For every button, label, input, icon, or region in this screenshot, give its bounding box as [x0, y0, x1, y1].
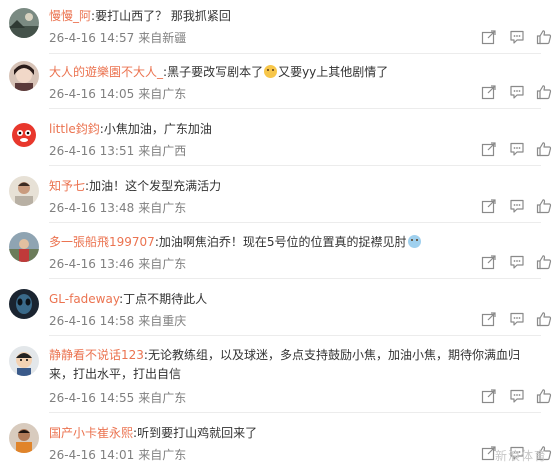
username-link[interactable]: little鈞鈞 [49, 122, 100, 136]
username-link[interactable]: 静静看不说话123 [49, 348, 144, 362]
comment-text: 慢慢_阿:要打山西了？ 那我抓紧回 [49, 7, 541, 26]
location-source: 来自广东 [138, 257, 187, 271]
comment-icon[interactable] [509, 388, 525, 404]
comment-icon[interactable] [509, 198, 525, 214]
comment-actions [481, 141, 553, 157]
share-icon[interactable] [481, 29, 497, 45]
comment-meta: 26-4-16 14:57 来自新疆 [49, 29, 186, 46]
comment-meta: 26-4-16 14:05 来自广东 [49, 85, 186, 102]
comment-text: 多一張船飛199707:加油啊焦泊乔！现在5号位的位置真的捉襟见肘 [49, 233, 541, 252]
thumbs-up-icon[interactable] [536, 388, 552, 404]
comment-meta: 26-4-16 14:58 来自重庆 [49, 312, 186, 329]
timestamp: 26-4-16 13:51 [49, 144, 135, 158]
share-icon[interactable] [481, 254, 497, 270]
timestamp: 26-4-16 14:58 [49, 314, 135, 328]
username-link[interactable]: GL-fadeway [49, 292, 119, 306]
avatar[interactable] [9, 232, 39, 262]
avatar[interactable] [9, 346, 39, 376]
avatar[interactable] [9, 61, 39, 91]
username-link[interactable]: 国产小卡崔永熙 [49, 426, 133, 440]
share-icon[interactable] [481, 311, 497, 327]
share-icon[interactable] [481, 388, 497, 404]
thumbs-up-icon[interactable] [536, 254, 552, 270]
comment-content: 小焦加油，广东加油 [103, 122, 212, 136]
location-source: 来自广东 [138, 87, 187, 101]
thumbs-up-icon[interactable] [536, 84, 552, 100]
comment-icon[interactable] [509, 254, 525, 270]
comment-content: 加油啊焦泊乔！现在5号位的位置真的捉襟见肘 [158, 235, 407, 249]
avatar[interactable] [9, 423, 39, 453]
comment-content: 黑子要改写剧本了 [167, 65, 264, 79]
comment-icon[interactable] [509, 29, 525, 45]
comment-actions [481, 311, 553, 327]
comment-actions [481, 29, 553, 45]
comment-text: 静静看不说话123:无论教练组，以及球迷，多点支持鼓励小焦，加油小焦，期待你满血… [49, 346, 541, 384]
avatar[interactable] [9, 176, 39, 206]
username-link[interactable]: 知予七 [49, 179, 85, 193]
timestamp: 26-4-16 13:48 [49, 201, 135, 215]
comment-content: 要打山西了？ 那我抓紧回 [95, 9, 231, 23]
comment-content: 听到要打山鸡就回来了 [137, 426, 258, 440]
share-icon[interactable] [481, 198, 497, 214]
divider [49, 53, 541, 54]
cry-emoji-icon [407, 235, 421, 248]
comment-text: 国产小卡崔永熙:听到要打山鸡就回来了 [49, 424, 541, 443]
comment-content: 加油！这个发型充满活力 [89, 179, 222, 193]
comment-actions [481, 388, 553, 404]
comment-meta: 26-4-16 14:55 来自广东 [49, 389, 186, 406]
divider [49, 412, 541, 413]
thumbs-up-icon[interactable] [536, 198, 552, 214]
avatar[interactable] [9, 8, 39, 38]
comment-meta: 26-4-16 13:46 来自广东 [49, 255, 186, 272]
comment-icon[interactable] [509, 311, 525, 327]
avatar[interactable] [9, 120, 39, 150]
comment-actions [481, 254, 553, 270]
avatar[interactable] [9, 289, 39, 319]
comment-icon[interactable] [509, 84, 525, 100]
location-source: 来自广东 [138, 391, 187, 405]
location-source: 来自广东 [138, 448, 187, 462]
username-link[interactable]: 慢慢_阿 [49, 9, 91, 23]
comment-content: 又要yy上其他剧情了 [278, 65, 389, 79]
share-icon[interactable] [481, 141, 497, 157]
comment-meta: 26-4-16 13:51 来自广西 [49, 142, 186, 159]
location-source: 来自广西 [138, 144, 187, 158]
divider [49, 165, 541, 166]
thumbs-up-icon[interactable] [536, 141, 552, 157]
comment-content: 丁点不期待此人 [123, 292, 208, 306]
timestamp: 26-4-16 13:46 [49, 257, 135, 271]
comment-meta: 26-4-16 14:01 来自广东 [49, 446, 186, 463]
location-source: 来自新疆 [138, 31, 187, 45]
comment-text: 大人的遊樂園不大人_:黑子要改写剧本了 又要yy上其他剧情了 [49, 63, 541, 82]
divider [49, 278, 541, 279]
comment-text: little鈞鈞:小焦加油，广东加油 [49, 120, 541, 139]
comment-icon[interactable] [509, 141, 525, 157]
comment-text: GL-fadeway:丁点不期待此人 [49, 290, 541, 309]
comment-list: 慢慢_阿:要打山西了？ 那我抓紧回 26-4-16 14:57 来自新疆 大人的遊樂園… [0, 0, 553, 468]
comment-meta: 26-4-16 13:48 来自广东 [49, 199, 186, 216]
share-icon[interactable] [481, 84, 497, 100]
comment-actions [481, 198, 553, 214]
timestamp: 26-4-16 14:05 [49, 87, 135, 101]
thumbs-up-icon[interactable] [536, 29, 552, 45]
location-source: 来自重庆 [138, 314, 187, 328]
timestamp: 26-4-16 14:57 [49, 31, 135, 45]
comment-actions [481, 84, 553, 100]
timestamp: 26-4-16 14:01 [49, 448, 135, 462]
divider [49, 335, 541, 336]
laugh-emoji-icon [264, 65, 278, 78]
location-source: 来自广东 [138, 201, 187, 215]
comment-text: 知予七:加油！这个发型充满活力 [49, 177, 541, 196]
timestamp: 26-4-16 14:55 [49, 391, 135, 405]
divider [49, 222, 541, 223]
divider [49, 108, 541, 109]
thumbs-up-icon[interactable] [536, 311, 552, 327]
username-link[interactable]: 大人的遊樂園不大人_ [49, 65, 163, 79]
username-link[interactable]: 多一張船飛199707 [49, 235, 155, 249]
watermark: 新浪体育 [494, 449, 547, 463]
